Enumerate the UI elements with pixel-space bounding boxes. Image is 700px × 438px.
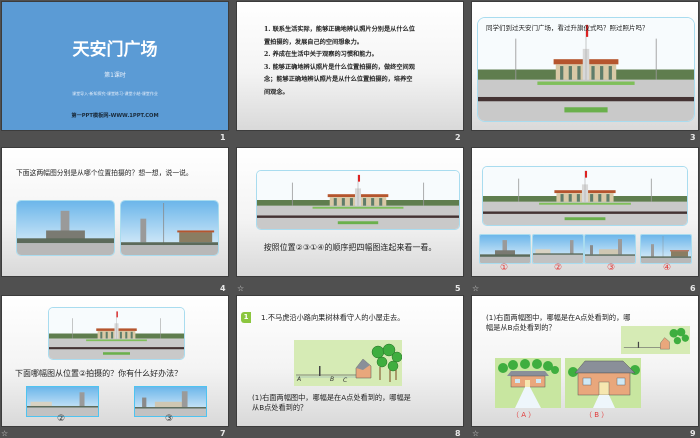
option-photo-2 — [26, 386, 99, 417]
slide-thumbnail-2[interactable]: 1. 联系生活实际，能够正确地辨认照片分别是从什么位 置拍摄的，发展自己的空间想… — [237, 2, 463, 130]
monument-side-photo — [120, 200, 219, 256]
slide-question: 同学们到过天安门广场，看过升旗仪式吗？照过照片吗？ — [486, 24, 649, 32]
house-view-b-illustration — [565, 358, 641, 408]
monument-front-drawing — [480, 235, 530, 263]
point-b-label: B — [330, 376, 335, 383]
footer-text: 第一PPT模板网-WWW.1PPT.COM — [71, 113, 159, 119]
view-photo-2 — [532, 234, 584, 264]
lesson-label: 第1课时 — [104, 72, 126, 79]
path-map-thumbnail — [621, 326, 690, 354]
animation-star-icon[interactable]: ☆ — [237, 284, 244, 293]
slide-instruction: 按照位置②③①④的顺序把四幅图连起来看一看。 — [263, 243, 437, 252]
view-photo-3 — [584, 234, 636, 264]
option-label: ③ — [165, 414, 174, 424]
path-map-illustration: A B C — [294, 340, 403, 386]
path-map-drawing — [623, 327, 689, 350]
answer-label-b: （ B ） — [585, 411, 609, 419]
slide-number: 4 — [220, 284, 226, 293]
monument-left-drawing — [533, 235, 583, 263]
objective-line: 3. 能够正确地辨认照片是什么位置拍摄的，做终空间观 — [264, 63, 415, 71]
panorama-drawing — [478, 18, 694, 121]
panorama-drawing — [257, 171, 459, 229]
monument-left-drawing — [27, 387, 98, 416]
near-house-drawing — [568, 360, 640, 408]
question-line: (1)右面两幅图中，哪幅是在A点处看到的，哪 — [486, 313, 631, 322]
tiananmen-panorama-photo — [477, 17, 695, 122]
monument-right-drawing — [135, 387, 206, 416]
position-label: ④ — [663, 263, 672, 273]
slide-thumbnail-9[interactable]: (1)右面两幅图中，哪幅是在A点处看到的，哪 幅是从B点处看到的？ （ A ） … — [472, 296, 698, 426]
tiananmen-panorama-photo — [482, 166, 688, 226]
question-line: 从B点处看到的？ — [252, 402, 308, 412]
view-photo-4 — [640, 234, 692, 264]
slide-number: 6 — [690, 284, 696, 293]
view-photo-1 — [479, 234, 531, 264]
slide-thumbnail-4[interactable]: 下面这两幅图分别是从哪个位置拍摄的？想一想，说一说。 — [2, 148, 228, 276]
option-photo-3 — [134, 386, 207, 417]
slide-thumbnail-1[interactable]: 天安门广场 第1课时 课堂导入-新知探究-课堂练习-课堂小结-课堂作业 第一PP… — [2, 2, 228, 130]
monument-front-photo — [16, 200, 115, 256]
panorama-drawing — [49, 308, 184, 359]
objectives-text: 1. 联系生活实际，能够正确地辨认照片分别是从什么位 置拍摄的，发展自己的空间想… — [264, 24, 415, 99]
answer-label-a: （ A ） — [512, 411, 536, 419]
point-c-label: C — [343, 377, 348, 384]
monument-side-drawing — [121, 201, 218, 255]
path-map-drawing — [296, 343, 403, 382]
objective-line: 1. 联系生活实际，能够正确地辨认照片分别是从什么位 — [264, 26, 415, 33]
monument-right-drawing — [585, 235, 635, 263]
slide-number: 1 — [220, 133, 226, 142]
position-label: ③ — [607, 263, 616, 273]
exercise-question: (1)右面两幅图中，哪幅是在A点处看到的，哪幅是 从B点处看到的？ — [252, 393, 411, 412]
panorama-drawing — [483, 167, 687, 225]
position-label: ② — [554, 263, 563, 273]
objective-line: 置拍摄的，发展自己的空间想象力。 — [264, 38, 363, 46]
objective-line: 间观念。 — [264, 88, 289, 96]
house-view-a-illustration — [495, 358, 561, 408]
slide-question: 下面这两幅图分别是从哪个位置拍摄的？想一想，说一说。 — [16, 169, 193, 177]
slide-number: 9 — [690, 429, 696, 438]
tiananmen-panorama-photo — [256, 170, 460, 230]
tiananmen-panorama-photo — [48, 307, 185, 360]
objective-line: 念；能够正确地辨认照片是从什么位置拍摄的，培养空 — [264, 76, 413, 83]
animation-star-icon[interactable]: ☆ — [472, 429, 479, 438]
option-label: ② — [57, 414, 66, 424]
slide-thumbnail-8[interactable]: 1 1.不马虎沿小路向果树林看守人的小屋走去。 A B C (1)右面两幅图中，… — [237, 296, 463, 426]
slide-number: 7 — [220, 429, 226, 438]
objective-line: 2. 养成在生活中关于观察的习惯和能力。 — [264, 51, 378, 58]
exercise-title: 1.不马虎沿小路向果树林看守人的小屋走去。 — [261, 313, 405, 322]
sections-text: 课堂导入-新知探究-课堂练习-课堂小结-课堂作业 — [72, 91, 158, 96]
monument-side-drawing — [641, 235, 691, 263]
slide-thumbnail-7[interactable]: 下面哪幅图从位置②拍摄的？你有什么好办法？ ② ③ — [2, 296, 228, 426]
point-a-label: A — [297, 376, 302, 383]
distant-house-drawing — [498, 359, 559, 408]
slide-number: 5 — [455, 284, 461, 293]
slide-thumbnail-6[interactable]: ① ② ③ ④ — [472, 148, 698, 276]
exercise-question: (1)右面两幅图中，哪幅是在A点处看到的，哪 幅是从B点处看到的？ — [486, 313, 630, 332]
animation-star-icon[interactable]: ☆ — [1, 429, 8, 438]
animation-star-icon[interactable]: ☆ — [472, 284, 479, 293]
slide-number: 2 — [455, 133, 461, 142]
monument-front-drawing — [17, 201, 114, 255]
question-line: 幅是从B点处看到的？ — [486, 322, 556, 332]
slide-title: 天安门广场 — [72, 40, 158, 60]
slide-thumbnail-5[interactable]: 按照位置②③①④的顺序把四幅图连起来看一看。 — [237, 148, 463, 276]
question-line: (1)右面两幅图中，哪幅是在A点处看到的，哪幅是 — [252, 393, 411, 402]
slide-thumbnail-3[interactable]: 同学们到过天安门广场，看过升旗仪式吗？照过照片吗？ — [472, 2, 698, 130]
position-label: ① — [500, 263, 509, 273]
exercise-badge: 1 — [241, 312, 251, 323]
slide-question: 下面哪幅图从位置②拍摄的？你有什么好办法？ — [15, 369, 183, 378]
slide-number: 8 — [455, 429, 461, 438]
slide-number: 3 — [690, 133, 696, 142]
